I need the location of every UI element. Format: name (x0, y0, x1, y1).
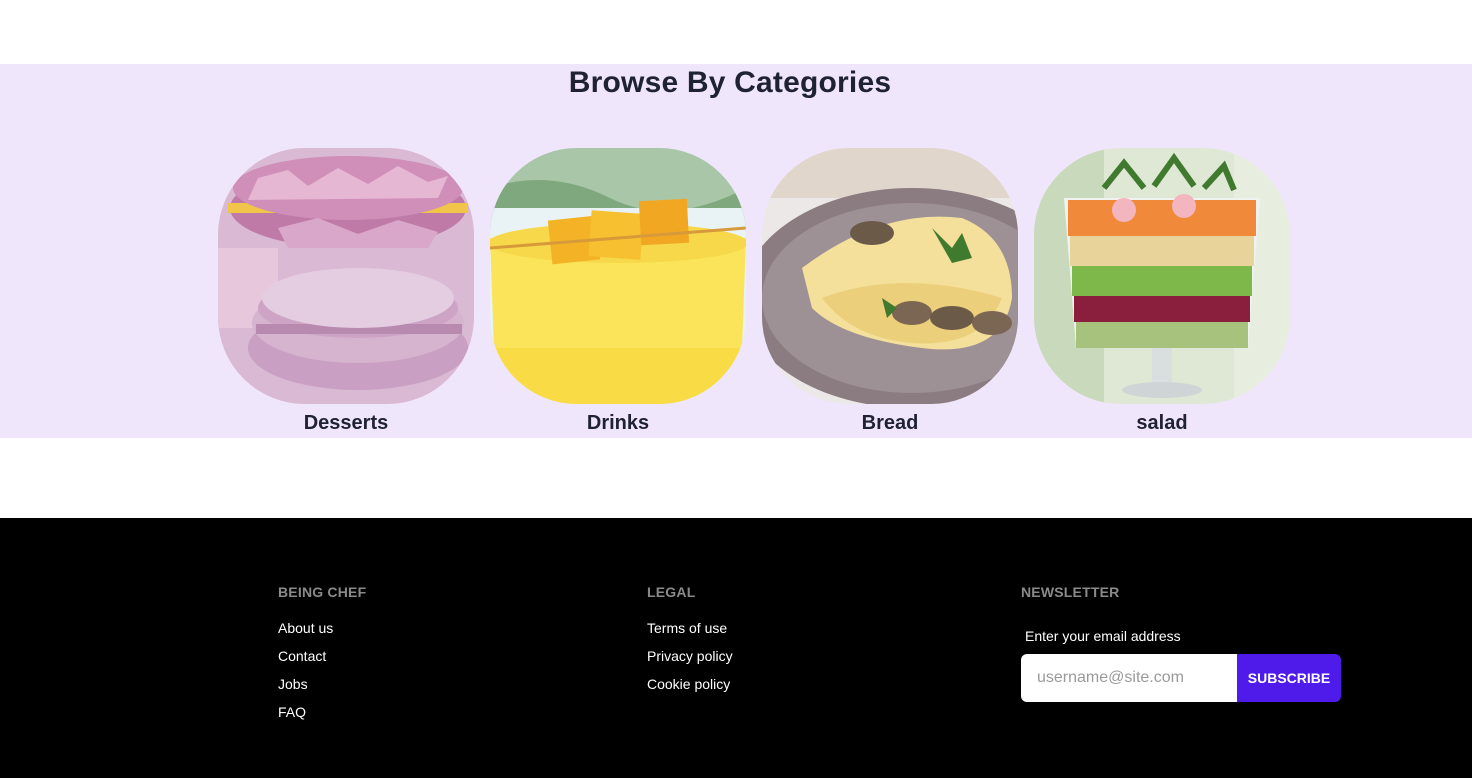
footer-column-being-chef: BEING CHEF About us Contact Jobs FAQ (278, 584, 366, 732)
footer-link-contact[interactable]: Contact (278, 648, 326, 664)
newsletter-hint: Enter your email address (1025, 628, 1181, 644)
footer-link-jobs[interactable]: Jobs (278, 676, 308, 692)
category-label: Desserts (303, 412, 389, 434)
categories-section: Browse By Categories Desserts Drinks Bre… (0, 64, 1472, 438)
category-card-salad[interactable]: salad (1034, 148, 1290, 438)
email-input[interactable] (1021, 654, 1237, 702)
layered-salad-image[interactable] (1034, 148, 1290, 404)
footer-link-faq[interactable]: FAQ (278, 704, 306, 720)
category-label: Drinks (586, 412, 650, 434)
macaron-image[interactable] (218, 148, 474, 404)
footer-link-terms-of-use[interactable]: Terms of use (647, 620, 727, 636)
omelette-image[interactable] (762, 148, 1018, 404)
category-list: Desserts Drinks Bread salad (218, 148, 1298, 438)
footer-link-cookie-policy[interactable]: Cookie policy (647, 676, 730, 692)
footer-link-privacy-policy[interactable]: Privacy policy (647, 648, 733, 664)
category-card-desserts[interactable]: Desserts (218, 148, 474, 438)
category-card-bread[interactable]: Bread (762, 148, 1018, 438)
category-label: salad (1136, 412, 1188, 434)
mango-drink-image[interactable] (490, 148, 746, 404)
category-card-drinks[interactable]: Drinks (490, 148, 746, 438)
footer-column-newsletter: NEWSLETTER Enter your email address SUBS… (1021, 584, 1341, 714)
category-label: Bread (861, 412, 919, 434)
footer-heading: LEGAL (647, 584, 696, 600)
subscribe-form: SUBSCRIBE (1021, 654, 1341, 702)
footer-heading: NEWSLETTER (1021, 584, 1120, 600)
footer-heading: BEING CHEF (278, 584, 367, 600)
site-footer: BEING CHEF About us Contact Jobs FAQ LEG… (0, 518, 1472, 778)
subscribe-button[interactable]: SUBSCRIBE (1237, 654, 1341, 702)
footer-column-legal: LEGAL Terms of use Privacy policy Cookie… (647, 584, 733, 704)
section-title: Browse By Categories (568, 66, 892, 99)
footer-link-about-us[interactable]: About us (278, 620, 333, 636)
